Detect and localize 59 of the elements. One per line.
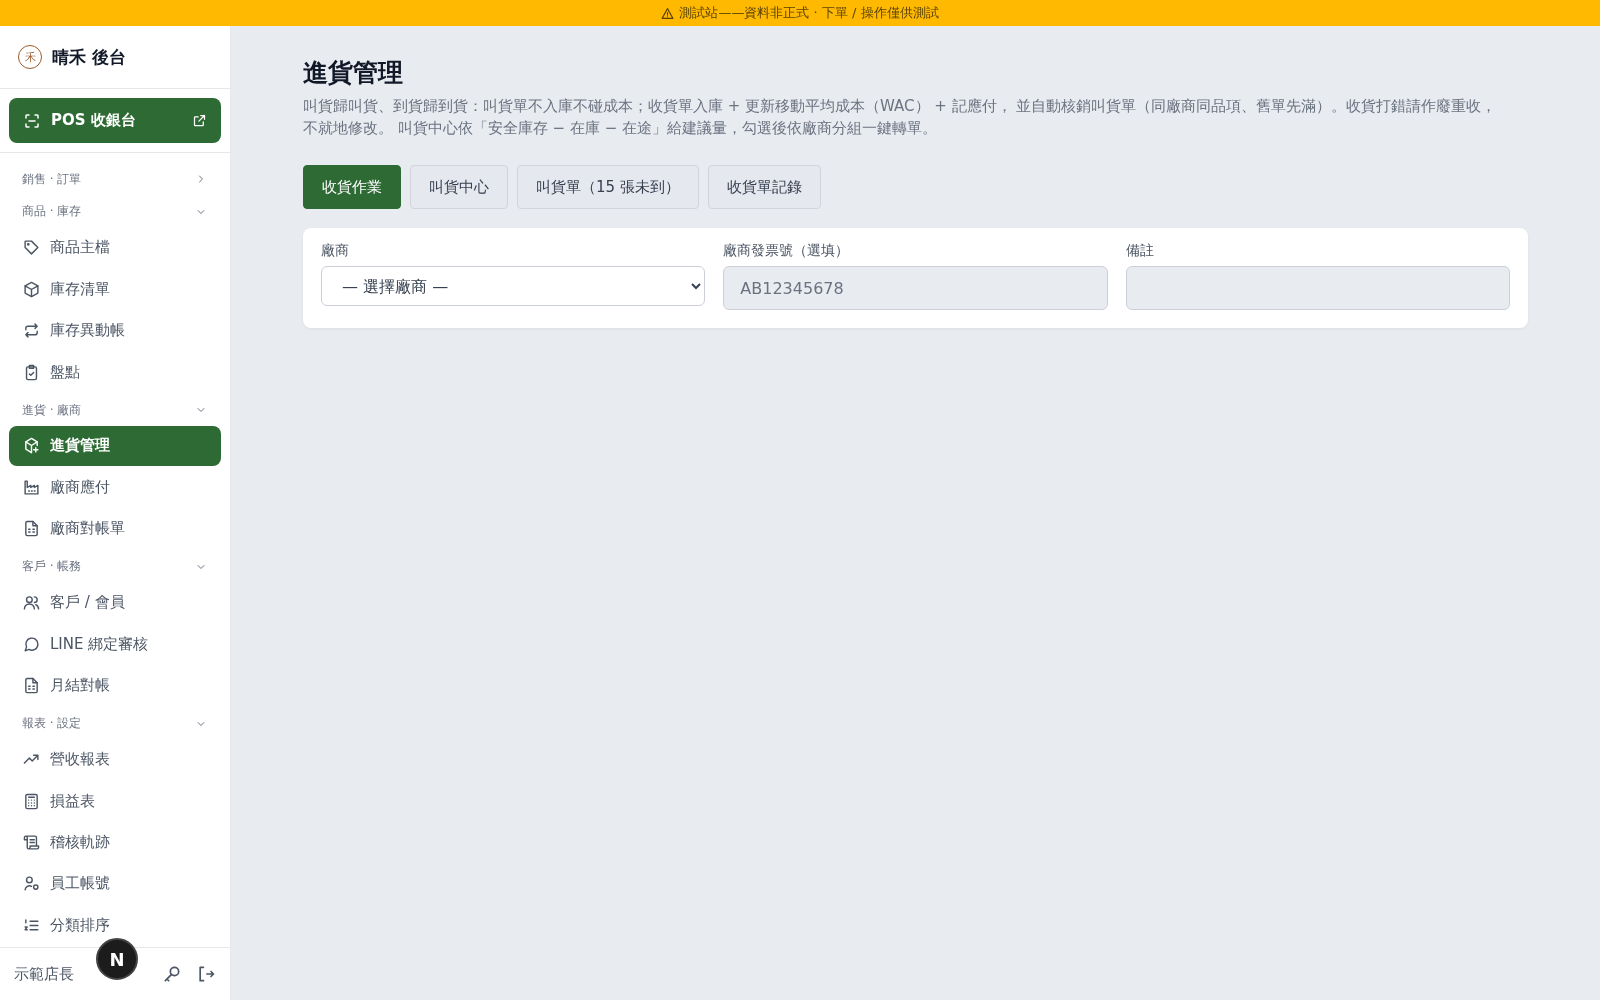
- nav-item[interactable]: 盤點: [9, 352, 221, 392]
- nav-item[interactable]: 員工帳號: [9, 864, 221, 904]
- logout-icon: [196, 964, 216, 984]
- nav-item[interactable]: 月結對帳: [9, 665, 221, 706]
- pos-button[interactable]: POS 收銀台: [9, 98, 221, 143]
- external-link-icon: [192, 113, 207, 128]
- nav-group-header[interactable]: 銷售 · 訂單: [9, 163, 221, 196]
- nav-group-header[interactable]: 進貨 · 廠商: [9, 393, 221, 427]
- nav-group-header[interactable]: 報表 · 設定: [9, 707, 221, 740]
- nav-item[interactable]: 稽核軌跡: [9, 822, 221, 863]
- vendor-select[interactable]: — 選擇廠商 —: [321, 266, 706, 306]
- users-icon: [23, 594, 40, 612]
- page-description: 叫貨歸叫貨、到貨歸到貨：叫貨單不入庫不碰成本；收貨單入庫 + 更新移動平均成本（WAC） + 記應付， 並自動核銷叫貨單（同廠商同品項、舊單先滿）。收貨打錯請作廢重收，不就地修改。 叫貨中心依「安全庫存 − 在庫 − 在途」給建議量，勾選後依廠商分組一鍵轉單。: [303, 96, 1498, 139]
- nav-item[interactable]: 庫存清單: [9, 269, 221, 309]
- document-icon: [23, 520, 40, 538]
- key-button[interactable]: [162, 964, 182, 984]
- tag-icon: [23, 239, 40, 257]
- nav-group-label: 銷售 · 訂單: [22, 170, 82, 188]
- nav-group-label: 進貨 · 廠商: [22, 401, 82, 419]
- nav-group-label: 商品 · 庫存: [22, 203, 82, 221]
- nav-item[interactable]: 營收報表: [9, 739, 221, 780]
- scan-icon: [23, 111, 41, 130]
- banner-text: 測試站——資料非正式 · 下單 / 操作僅供測試: [679, 4, 939, 22]
- box-icon: [23, 280, 40, 298]
- nav-group-header[interactable]: 商品 · 庫存: [9, 195, 221, 229]
- nav-item[interactable]: 客戶 / 會員: [9, 583, 221, 623]
- factory-icon: [23, 478, 40, 496]
- nav-item[interactable]: 商品主檔: [9, 228, 221, 268]
- scroll-icon: [23, 833, 40, 851]
- swap-icon: [23, 322, 40, 340]
- clipboard-check-icon: [23, 363, 40, 381]
- document-icon: [23, 677, 40, 695]
- tab[interactable]: 叫貨單（15 張未到）: [517, 165, 699, 209]
- nav-item[interactable]: 進貨管理: [9, 426, 221, 466]
- warning-icon: [661, 6, 675, 20]
- tab[interactable]: 收貨作業: [303, 165, 401, 209]
- field-label: 備註: [1125, 242, 1155, 260]
- user-name: 示範店長: [14, 964, 75, 984]
- page-title: 進貨管理: [303, 57, 404, 89]
- nav-group-header[interactable]: 客戶 · 帳務: [9, 550, 221, 584]
- nav-item[interactable]: 損益表: [9, 781, 221, 821]
- nav-group-label: 客戶 · 帳務: [22, 558, 82, 576]
- package-plus-icon: [23, 437, 40, 455]
- tab[interactable]: 叫貨中心: [410, 165, 508, 209]
- dev-tools-button[interactable]: N: [96, 938, 138, 980]
- nav-item[interactable]: LINE 綁定審核: [9, 624, 221, 664]
- logout-button[interactable]: [196, 964, 216, 984]
- calculator-icon: [23, 792, 40, 810]
- user-gear-icon: [23, 875, 40, 893]
- brand-title: 晴禾 後台: [52, 45, 126, 69]
- chat-bubble-icon: [23, 635, 40, 653]
- field-label: 廠商: [321, 242, 350, 260]
- nav-group-label: 報表 · 設定: [22, 715, 82, 733]
- field-label: 廠商發票號（選填）: [723, 242, 851, 260]
- nav-item[interactable]: 廠商對帳單: [9, 509, 221, 549]
- tab[interactable]: 收貨單記錄: [707, 165, 821, 209]
- nav-item[interactable]: 廠商應付: [9, 467, 221, 508]
- key-icon: [162, 964, 182, 984]
- nav-item[interactable]: 庫存異動帳: [9, 310, 221, 351]
